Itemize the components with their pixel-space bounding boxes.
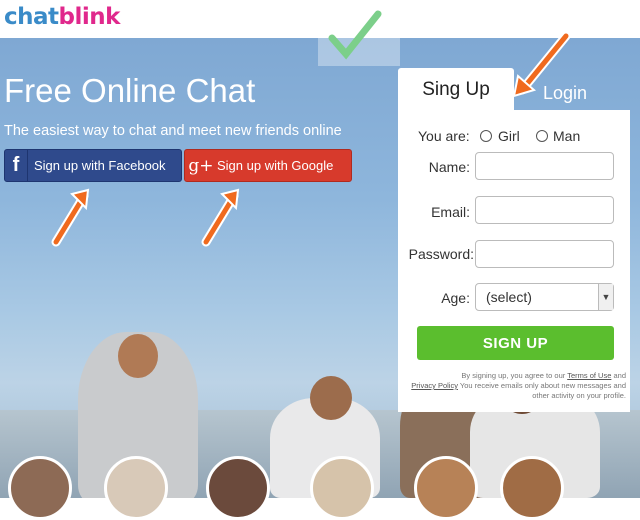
name-field[interactable] xyxy=(475,152,614,180)
facebook-signup-label: Sign up with Facebook xyxy=(34,158,166,173)
name-label: Name: xyxy=(428,159,470,175)
gender-label: You are: xyxy=(418,128,470,144)
avatar[interactable] xyxy=(310,456,374,520)
privacy-policy-link[interactable]: Privacy Policy xyxy=(411,381,458,390)
girl-label[interactable]: Girl xyxy=(498,128,520,144)
terms-suffix: You receive emails only about new messag… xyxy=(459,381,626,400)
chatblink-logo[interactable]: chatblink xyxy=(4,4,120,30)
arrow-icon xyxy=(201,188,240,247)
terms-and: and xyxy=(613,371,626,380)
age-select-value: (select) xyxy=(486,289,532,305)
age-label: Age: xyxy=(441,290,470,306)
logo-part-chat: chat xyxy=(4,4,59,30)
tagline: The easiest way to chat and meet new fri… xyxy=(4,123,342,139)
tab-login[interactable]: Login xyxy=(520,78,610,108)
man-label[interactable]: Man xyxy=(553,128,580,144)
person-silhouette xyxy=(310,376,352,420)
avatar[interactable] xyxy=(8,456,72,520)
email-field[interactable] xyxy=(475,196,614,224)
google-signup-button[interactable]: g+ Sign up with Google xyxy=(184,149,352,182)
chevron-down-icon[interactable]: ▼ xyxy=(598,284,613,310)
arrow-icon xyxy=(51,188,90,247)
page-title: Free Online Chat xyxy=(4,72,256,109)
signup-submit-button[interactable]: SIGN UP xyxy=(417,326,614,360)
avatar[interactable] xyxy=(104,456,168,520)
girl-radio[interactable] xyxy=(480,130,492,142)
logo-part-blink: blink xyxy=(58,4,121,30)
terms-prefix: By signing up, you agree to our xyxy=(461,371,566,380)
terms-notice: By signing up, you agree to our Terms of… xyxy=(404,371,626,401)
google-plus-icon: g+ xyxy=(188,155,214,176)
terms-of-use-link[interactable]: Terms of Use xyxy=(567,371,611,380)
google-signup-label: Sign up with Google xyxy=(217,158,334,173)
avatar[interactable] xyxy=(500,456,564,520)
man-radio[interactable] xyxy=(536,130,548,142)
facebook-icon: f xyxy=(5,150,28,181)
password-label: Password: xyxy=(408,246,474,262)
tab-signup[interactable]: Sing Up xyxy=(398,68,514,112)
avatar[interactable] xyxy=(206,456,270,520)
facebook-signup-button[interactable]: f Sign up with Facebook xyxy=(4,149,182,182)
email-label: Email: xyxy=(431,204,470,220)
age-select[interactable]: (select) ▼ xyxy=(475,283,614,311)
password-field[interactable] xyxy=(475,240,614,268)
person-silhouette xyxy=(118,334,158,378)
avatar[interactable] xyxy=(414,456,478,520)
checkmark-icon xyxy=(318,6,400,66)
